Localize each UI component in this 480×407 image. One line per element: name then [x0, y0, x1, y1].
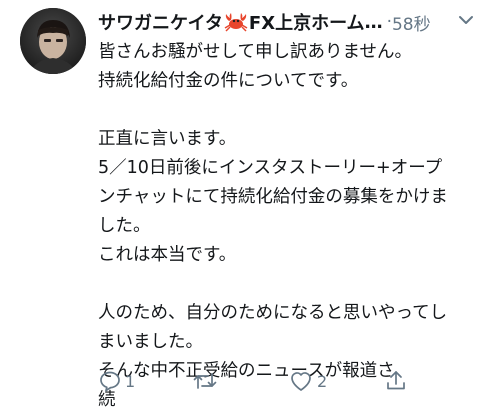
tweet-line: 5／10日前後にインスタストーリー+オープ	[98, 158, 443, 178]
reply-icon	[100, 371, 120, 392]
display-name[interactable]: サワガニケイタ	[98, 9, 223, 35]
tweet-header: サワガニケイタ FX上京ホーム … · 58秒	[98, 6, 468, 38]
name-ellipsis: …	[364, 11, 383, 33]
tweet[interactable]: サワガニケイタ FX上京ホーム … · 58秒 皆さんお騒がせして申し訳ありませ…	[0, 0, 480, 407]
retweet-icon	[193, 373, 217, 389]
tweet-line: これは本当です。	[98, 245, 237, 265]
tweet-line: 正直に言います。	[98, 129, 237, 149]
tweet-actions: 1 2	[98, 366, 438, 396]
tweet-content: サワガニケイタ FX上京ホーム … · 58秒 皆さんお騒がせして申し訳ありませ…	[98, 6, 468, 407]
tweet-line: 持続化給付金の件についてです。	[98, 71, 359, 91]
tweet-line	[98, 96, 468, 125]
heart-icon	[291, 372, 311, 391]
reply-count: 1	[125, 371, 136, 391]
tweet-line: 人のため、自分のためになると思いやってし	[98, 303, 448, 323]
like-button[interactable]: 2	[288, 369, 327, 393]
timestamp[interactable]: 58秒	[392, 10, 431, 35]
crab-icon	[224, 12, 248, 32]
retweet-button[interactable]	[192, 369, 221, 393]
reply-button[interactable]: 1	[98, 369, 135, 393]
tweet-line: した。	[98, 216, 151, 236]
chevron-down-icon[interactable]	[458, 14, 474, 26]
like-count: 2	[317, 371, 328, 391]
share-icon	[387, 371, 405, 390]
tweet-line: 皆さんお騒がせして申し訳ありません。	[98, 42, 412, 62]
tweet-line	[98, 270, 468, 299]
tweet-line: ンチャットにて持続化給付金の募集をかけま	[98, 187, 448, 207]
share-button[interactable]	[384, 369, 411, 393]
display-name-suffix[interactable]: FX上京ホーム	[249, 9, 365, 35]
tweet-text: 皆さんお騒がせして申し訳ありません。 持続化給付金の件についてです。 正直に言い…	[98, 38, 468, 407]
tweet-line: まいました。	[98, 332, 203, 352]
avatar[interactable]	[20, 8, 86, 74]
